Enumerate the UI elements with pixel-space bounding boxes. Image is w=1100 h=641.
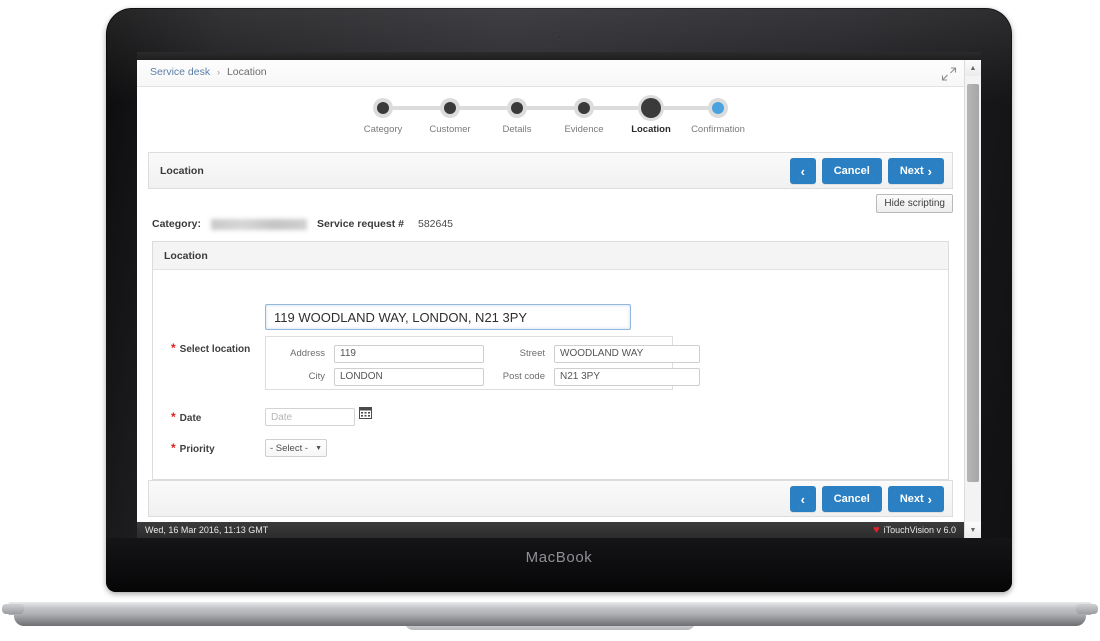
- location-card-body: *Select location Address Street: [153, 270, 948, 478]
- required-asterisk-icon: *: [171, 410, 176, 424]
- webcam-icon: [556, 34, 562, 40]
- next-button-bottom[interactable]: Next ›: [887, 486, 944, 512]
- category-value-redacted: [211, 218, 308, 230]
- section-button-group: ‹ Cancel Next ›: [789, 158, 944, 184]
- breadcrumb-current: Location: [226, 66, 267, 78]
- calendar-icon[interactable]: [359, 406, 372, 419]
- wizard-step-customer[interactable]: Customer: [417, 97, 517, 135]
- browser-chrome-strip: [137, 52, 981, 60]
- scroll-down-arrow-icon[interactable]: ▼: [965, 522, 981, 538]
- priority-select[interactable]: - Select - ▼: [265, 439, 327, 457]
- base-body: [14, 612, 1086, 626]
- page-title: Location: [160, 165, 204, 177]
- next-button-top[interactable]: Next ›: [887, 158, 944, 184]
- back-button-bottom[interactable]: ‹: [789, 486, 816, 512]
- street-label: Street: [519, 348, 545, 359]
- wizard-step-location[interactable]: Location: [618, 97, 718, 135]
- laptop-lid: Service desk › Location Category Custome…: [106, 8, 1012, 592]
- city-field[interactable]: [334, 367, 484, 386]
- select-location-label: * Select location: [171, 341, 251, 355]
- breadcrumb-root[interactable]: Service desk: [150, 66, 210, 78]
- step-dot: [377, 102, 389, 114]
- required-asterisk-icon: *: [171, 341, 176, 355]
- step-label: Evidence: [564, 124, 604, 135]
- next-label: Next: [899, 493, 924, 505]
- priority-selected-value: - Select -: [270, 442, 309, 454]
- breadcrumb-separator-icon: ›: [217, 67, 221, 77]
- service-request-value: 582645: [417, 218, 454, 230]
- heart-icon: ♥: [873, 523, 880, 536]
- step-label: Confirmation: [691, 124, 745, 135]
- step-label: Category: [363, 124, 403, 135]
- bottom-action-bar: ‹ Cancel Next ›: [148, 480, 953, 517]
- step-dot-pending: [712, 102, 724, 114]
- chevron-right-icon: ›: [927, 491, 932, 507]
- required-asterisk-icon: *: [171, 441, 176, 455]
- chevron-down-icon: ▼: [315, 444, 322, 452]
- next-label: Next: [899, 165, 924, 177]
- laptop-base: [0, 588, 1100, 634]
- request-meta: Category: Service request # 582645: [152, 218, 453, 230]
- status-bar: Wed, 16 Mar 2016, 11:13 GMT ♥ iTouchVisi…: [137, 522, 964, 538]
- step-label: Customer: [429, 124, 471, 135]
- breadcrumb-bar: Service desk › Location: [137, 60, 964, 87]
- browser-viewport: Service desk › Location Category Custome…: [137, 52, 981, 538]
- street-field[interactable]: [554, 344, 700, 363]
- location-search-input[interactable]: [265, 304, 631, 330]
- post-code-field[interactable]: [554, 367, 700, 386]
- location-card-title: Location: [153, 242, 948, 270]
- macbook-device: Service desk › Location Category Custome…: [106, 8, 1012, 592]
- cancel-button-top[interactable]: Cancel: [821, 158, 882, 184]
- service-request-label: Service request #: [317, 218, 404, 230]
- step-label: Details: [502, 124, 532, 135]
- vertical-scrollbar[interactable]: ▲ ▼: [964, 60, 981, 538]
- step-dot: [511, 102, 523, 114]
- date-input[interactable]: [265, 408, 355, 426]
- scrollbar-thumb[interactable]: [967, 84, 979, 482]
- hide-scripting-button[interactable]: Hide scripting: [876, 194, 953, 213]
- address-detail-panel: Address Street City Post code: [265, 336, 700, 390]
- app-page: Service desk › Location Category Custome…: [137, 60, 964, 538]
- step-dot: [578, 102, 590, 114]
- chevron-left-icon: ‹: [800, 163, 805, 179]
- date-label: * Date: [171, 410, 202, 424]
- status-product: ♥ iTouchVision v 6.0: [873, 523, 956, 536]
- cancel-button-bottom[interactable]: Cancel: [821, 486, 882, 512]
- section-header-bar: Location ‹ Cancel Next ›: [148, 152, 953, 189]
- wizard-step-category[interactable]: Category: [350, 97, 450, 135]
- brand-label: MacBook: [525, 549, 593, 566]
- status-datetime: Wed, 16 Mar 2016, 11:13 GMT: [145, 525, 269, 535]
- city-label: City: [308, 371, 325, 382]
- back-button[interactable]: ‹: [789, 158, 816, 184]
- laptop-screen: Service desk › Location Category Custome…: [137, 52, 981, 538]
- step-dot-active: [641, 98, 661, 118]
- base-foot-left: [2, 604, 24, 614]
- chevron-left-icon: ‹: [800, 491, 805, 507]
- step-label: Location: [631, 124, 671, 135]
- location-card: Location *Select location Address: [152, 241, 949, 480]
- hide-scripting-row: Hide scripting: [876, 193, 953, 213]
- chevron-right-icon: ›: [927, 163, 932, 179]
- wizard-stepper: Category Customer Details Evidence Locat…: [137, 87, 964, 152]
- lid-bottom-bezel: MacBook: [106, 538, 1012, 592]
- base-foot-right: [1076, 604, 1098, 614]
- wizard-step-evidence[interactable]: Evidence: [551, 97, 651, 135]
- priority-label: * Priority: [171, 441, 215, 455]
- scroll-up-arrow-icon[interactable]: ▲: [965, 60, 981, 76]
- address-label: Address: [290, 348, 325, 359]
- post-code-label: Post code: [502, 371, 545, 382]
- wizard-steps: Category Customer Details Evidence Locat…: [350, 97, 752, 135]
- wizard-step-details[interactable]: Details: [484, 97, 584, 135]
- bottom-button-group: ‹ Cancel Next ›: [789, 486, 944, 512]
- expand-collapse-arrows-icon[interactable]: [940, 65, 958, 83]
- form-content: Hide scripting Category: Service request…: [148, 189, 953, 480]
- product-version: iTouchVision v 6.0: [883, 525, 956, 535]
- wizard-step-confirmation[interactable]: Confirmation: [685, 97, 752, 135]
- category-label: Category:: [152, 218, 202, 230]
- step-dot: [444, 102, 456, 114]
- breadcrumb: Service desk › Location: [150, 66, 267, 78]
- address-field[interactable]: [334, 344, 484, 363]
